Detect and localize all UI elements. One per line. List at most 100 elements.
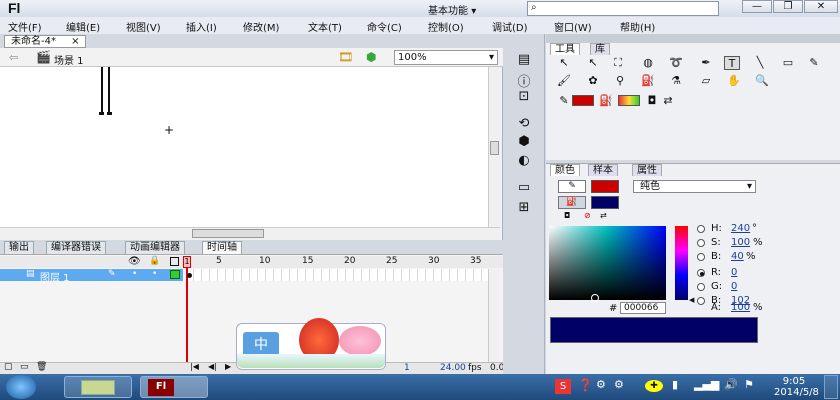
usb-tray-icon[interactable]: ▮	[672, 378, 678, 391]
hex-input[interactable]: 000066	[620, 302, 666, 314]
green-value[interactable]: 0	[731, 281, 737, 292]
playhead[interactable]: 1	[183, 256, 191, 268]
lasso-tool-icon[interactable]: ➰	[668, 56, 684, 70]
new-folder-icon[interactable]: ▭	[20, 362, 29, 372]
color-fill-swatch[interactable]	[591, 196, 619, 209]
menu-window[interactable]: 窗口(W)	[554, 19, 592, 34]
restore-button[interactable]: ❐	[773, 0, 803, 13]
selection-tool-icon[interactable]: ↖	[556, 56, 572, 70]
menu-insert[interactable]: 插入(I)	[186, 19, 217, 34]
hue-value[interactable]: 240	[731, 223, 750, 234]
pen-tool-icon[interactable]: ✒	[698, 56, 714, 70]
tray-flag-icon[interactable]: ⚑	[744, 378, 754, 391]
security-tray-icon[interactable]: ✚	[645, 380, 663, 392]
hand-tool-icon[interactable]: ✋	[726, 74, 742, 88]
brightness-value[interactable]: 40	[731, 251, 744, 262]
bone-tool-icon[interactable]: ⚲	[612, 74, 628, 88]
red-radio[interactable]	[697, 269, 705, 277]
minimize-button[interactable]: —	[742, 0, 772, 13]
black-white-icon[interactable]: ◘	[564, 211, 570, 220]
timeline-vertical-scrollbar[interactable]	[488, 269, 500, 362]
hue-slider-arrow-icon[interactable]: ◀	[689, 296, 694, 304]
outline-icon[interactable]	[170, 257, 179, 266]
play-icon[interactable]: ▶	[225, 362, 231, 371]
scene-panel-icon[interactable]: ▭	[515, 180, 533, 196]
settings-tray-icon[interactable]: ⚙	[614, 378, 624, 391]
transform-panel-icon[interactable]: ⊡	[515, 89, 533, 105]
default-colors-icon[interactable]: ◘	[644, 94, 660, 108]
tab-color[interactable]: 颜色	[550, 164, 580, 176]
text-tool-icon[interactable]: T	[724, 56, 740, 70]
frames-row[interactable]	[186, 269, 488, 281]
taskbar-explorer-button[interactable]	[64, 376, 132, 398]
no-color-icon[interactable]: ⊘	[584, 211, 591, 220]
tab-motion-editor[interactable]: 动画编辑器	[125, 241, 185, 254]
blue-radio[interactable]	[697, 297, 705, 305]
stage-canvas[interactable]: +	[0, 67, 488, 227]
tab-library[interactable]: 库	[590, 43, 610, 55]
menu-help[interactable]: 帮助(H)	[620, 19, 655, 34]
stroke-pencil-icon[interactable]: ✎	[558, 180, 586, 193]
properties-panel-icon[interactable]: ▤	[515, 52, 533, 68]
saturation-value[interactable]: 100	[731, 237, 750, 248]
edit-symbols-icon[interactable]: ⬢	[366, 50, 376, 64]
tab-compiler-errors[interactable]: 编译器错误	[46, 241, 106, 254]
hue-slider[interactable]	[675, 226, 688, 300]
menu-control[interactable]: 控制(O)	[428, 19, 464, 34]
outline-color-icon[interactable]	[170, 270, 180, 279]
tab-swatches[interactable]: 样本	[588, 164, 618, 176]
ime-tray-icon[interactable]: S	[555, 379, 571, 394]
keyboard-tray-icon[interactable]: ⚙	[596, 378, 606, 391]
motion-presets-icon[interactable]: ◐	[515, 153, 533, 169]
brightness-radio[interactable]	[697, 253, 705, 261]
info-panel-icon[interactable]: ⓘ	[515, 71, 533, 90]
paint-bucket-tool-icon[interactable]: ⛽	[640, 74, 656, 88]
fill-color-swatch[interactable]	[618, 95, 640, 106]
stage-horizontal-scrollbar[interactable]	[0, 227, 500, 240]
pencil-tool-icon[interactable]: ✎	[806, 56, 822, 70]
tab-tools[interactable]: 工具	[550, 43, 580, 55]
brush-tool-icon[interactable]: 🖌	[556, 74, 572, 88]
hue-radio[interactable]	[697, 225, 705, 233]
alpha-value[interactable]: 100	[731, 302, 750, 313]
workspace-switcher[interactable]: 基本功能 ▾	[428, 2, 520, 17]
volume-icon[interactable]: 🔊	[724, 378, 738, 391]
tab-output[interactable]: 输出	[4, 241, 34, 254]
stroke-color-swatch[interactable]	[572, 95, 594, 106]
zoom-tool-icon[interactable]: 🔍	[754, 74, 770, 88]
help-search-input[interactable]: ⌕	[527, 1, 719, 16]
layer-name[interactable]: 图层 1	[40, 269, 70, 284]
network-icon[interactable]: ▂▄▆	[694, 378, 719, 391]
line-tool-icon[interactable]: ╲	[752, 56, 768, 70]
lock-dot-icon[interactable]: •	[152, 269, 157, 279]
current-frame[interactable]: 1	[404, 363, 410, 373]
components-panel-icon[interactable]: ⬢	[515, 134, 533, 150]
system-clock[interactable]: 9:05 2014/5/8	[774, 376, 819, 398]
swap-colors-icon[interactable]: ⇄	[600, 211, 607, 220]
scroll-thumb[interactable]	[192, 229, 264, 238]
back-arrow-icon[interactable]: ⇦	[9, 51, 18, 64]
stage-line-shape[interactable]	[108, 67, 110, 113]
visibility-dot-icon[interactable]: •	[132, 269, 137, 279]
fill-type-select[interactable]: 纯色 ▾	[633, 180, 756, 193]
deco-tool-icon[interactable]: ✿	[585, 74, 601, 88]
keyframe-dot[interactable]	[187, 273, 192, 278]
menu-text[interactable]: 文本(T)	[308, 19, 342, 34]
scroll-thumb[interactable]	[490, 141, 499, 155]
rectangle-tool-icon[interactable]: ▭	[780, 56, 796, 70]
new-layer-icon[interactable]: ▢	[4, 362, 13, 372]
first-frame-icon[interactable]: |◀	[190, 362, 199, 371]
lock-icon[interactable]: 🔒	[149, 256, 160, 266]
stage-vertical-scrollbar[interactable]	[488, 67, 500, 227]
color-stroke-swatch[interactable]	[591, 180, 619, 193]
ime-toolbar[interactable]: 中	[236, 318, 386, 370]
show-desktop-button[interactable]	[824, 375, 838, 399]
3d-rotation-tool-icon[interactable]: ◍	[640, 56, 656, 70]
edit-scene-icon[interactable]: 🎞	[338, 50, 353, 64]
layer-row[interactable]: ▤ 图层 1 ✎ • •	[0, 269, 183, 284]
document-tab[interactable]: 未命名-4* ×	[4, 35, 86, 48]
eye-icon[interactable]: 👁	[128, 256, 141, 267]
menu-edit[interactable]: 编辑(E)	[66, 19, 100, 34]
start-button[interactable]	[6, 375, 36, 399]
menu-debug[interactable]: 调试(D)	[492, 19, 528, 34]
